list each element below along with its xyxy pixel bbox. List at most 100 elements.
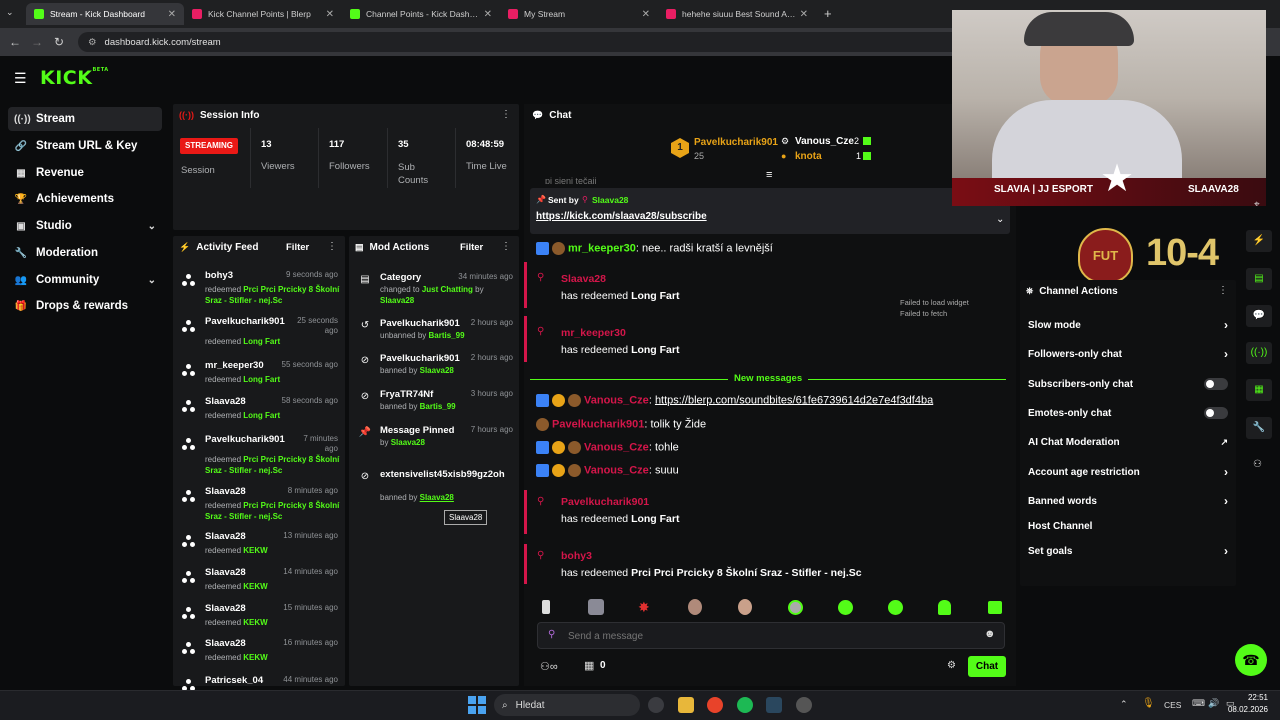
- subs-value: 35: [398, 139, 409, 150]
- volume-icon[interactable]: 🔊: [1208, 698, 1219, 709]
- expand-icon[interactable]: ⌖: [1254, 199, 1260, 210]
- reload-icon[interactable]: ↻: [48, 35, 70, 49]
- chat-message-input[interactable]: [568, 627, 968, 645]
- leader-name[interactable]: knota: [795, 151, 822, 162]
- sidebar-item-stream[interactable]: ((·)) Stream: [8, 107, 162, 131]
- channel-action-account-age-restriction[interactable]: Account age restriction ›: [1028, 464, 1228, 480]
- store-icon[interactable]: ▦: [584, 659, 594, 672]
- community-icon[interactable]: ⚇: [1253, 459, 1262, 470]
- toggle-switch[interactable]: [1204, 407, 1228, 419]
- url-field[interactable]: ⚙ dashboard.kick.com/stream: [78, 32, 968, 52]
- channel-action-subscribers-only-chat[interactable]: Subscribers-only chat: [1028, 376, 1228, 392]
- send-chat-button[interactable]: Chat: [968, 656, 1006, 677]
- emote-icon[interactable]: [688, 599, 702, 615]
- app-icon[interactable]: [796, 697, 812, 713]
- emote-icon[interactable]: [838, 600, 853, 615]
- chrome-icon[interactable]: [648, 697, 664, 713]
- hamburger-menu-icon[interactable]: ☰: [14, 70, 27, 87]
- kebab-menu-icon[interactable]: ⋮: [1218, 285, 1228, 296]
- tab-stream-dashboard[interactable]: Stream - Kick Dashboard ✕: [26, 3, 184, 25]
- emote-icon[interactable]: [738, 599, 752, 615]
- spotify-icon[interactable]: [737, 697, 753, 713]
- kick-logo[interactable]: KICKBETA: [40, 67, 109, 89]
- emote-quickbar: ✸: [536, 598, 1006, 618]
- user-badge-icon: ⚲: [548, 629, 556, 640]
- sub-badge-icon: [552, 441, 565, 454]
- channel-action-emotes-only-chat[interactable]: Emotes-only chat: [1028, 405, 1228, 421]
- sidebar-item-moderation[interactable]: 🔧 Moderation: [8, 241, 162, 265]
- kebab-menu-icon[interactable]: ⋮: [327, 241, 337, 252]
- tab-sound-alert[interactable]: hehehe siuuu Best Sound Alert ✕: [658, 3, 816, 25]
- emoji-icon[interactable]: ☻: [984, 628, 996, 640]
- toggle-switch[interactable]: [1204, 378, 1228, 390]
- kebab-menu-icon[interactable]: ⋮: [501, 241, 511, 252]
- leader-name[interactable]: Pavelkucharik901: [694, 137, 778, 148]
- redeem-event: ⚲ bohy3 has redeemed Prci Prci Prcicky 8…: [524, 544, 1008, 584]
- tooltip: Slaava28: [444, 510, 488, 525]
- revenue-icon: ▦: [16, 167, 26, 179]
- emote-icon[interactable]: [788, 600, 803, 615]
- sidebar-item-drops[interactable]: 🎁 Drops & rewards: [8, 294, 162, 318]
- tab-blerp[interactable]: Kick Channel Points | Blerp ✕: [184, 3, 342, 25]
- clock-time[interactable]: 22:51: [1244, 693, 1268, 702]
- close-icon[interactable]: ✕: [484, 9, 492, 20]
- forward-icon[interactable]: →: [26, 35, 48, 49]
- activity-filter-button[interactable]: Filter: [286, 242, 309, 253]
- site-info-icon[interactable]: ⚙: [88, 37, 97, 48]
- help-chat-button[interactable]: ☎: [1235, 644, 1267, 676]
- sidebar-item-community[interactable]: 👥 Community ⌄: [8, 268, 162, 292]
- info-icon[interactable]: ▦: [1246, 379, 1272, 401]
- emote-icon[interactable]: ✸: [638, 599, 650, 616]
- pinned-link[interactable]: https://kick.com/slaava28/subscribe: [536, 211, 707, 222]
- wrench-icon[interactable]: 🔧: [1246, 417, 1272, 439]
- channel-action-followers-only-chat[interactable]: Followers-only chat ›: [1028, 346, 1228, 362]
- close-icon[interactable]: ✕: [642, 9, 650, 20]
- broadcast-icon[interactable]: ((·)): [1246, 342, 1272, 364]
- mic-icon[interactable]: 🎙: [1142, 698, 1155, 709]
- ban-icon: ⊘: [360, 471, 370, 482]
- clock-date[interactable]: 08.02.2026: [1226, 705, 1268, 714]
- language-indicator[interactable]: CES: [1164, 700, 1181, 710]
- tray-chevron-icon[interactable]: ⌃: [1120, 699, 1128, 710]
- settings-gear-icon[interactable]: ⚙: [947, 660, 956, 671]
- app-icon[interactable]: [707, 697, 723, 713]
- folder-icon[interactable]: [678, 697, 694, 713]
- close-icon[interactable]: ✕: [168, 9, 176, 20]
- chat-bubble-icon[interactable]: 💬: [1246, 305, 1272, 327]
- tab-search-icon[interactable]: ⌄: [6, 7, 14, 18]
- sidebar-item-achievements[interactable]: 🏆 Achievements: [8, 187, 162, 211]
- chevron-down-icon[interactable]: ⌄: [996, 214, 1004, 225]
- sidebar-item-stream-url[interactable]: 🔗 Stream URL & Key: [8, 134, 162, 158]
- emote-icon[interactable]: [988, 601, 1002, 614]
- sidebar-item-revenue[interactable]: ▦ Revenue: [8, 161, 162, 185]
- emote-icon[interactable]: [938, 600, 951, 615]
- sidebar-item-studio[interactable]: ▣ Studio ⌄: [8, 214, 162, 238]
- community-icon: [182, 438, 196, 452]
- emote-icon[interactable]: [542, 600, 550, 614]
- emote-icon[interactable]: [888, 600, 903, 615]
- channel-action-banned-words[interactable]: Banned words ›: [1028, 493, 1228, 509]
- mod-filter-button[interactable]: Filter: [460, 242, 483, 253]
- steam-icon[interactable]: [766, 697, 782, 713]
- list-icon[interactable]: ▤: [1246, 268, 1272, 290]
- tab-channel-points[interactable]: Channel Points - Kick Dashboard ✕: [342, 3, 500, 25]
- network-icon[interactable]: ⌨: [1192, 698, 1205, 709]
- leader-name[interactable]: Vanous_Cze: [795, 136, 854, 147]
- tab-my-stream[interactable]: My Stream ✕: [500, 3, 658, 25]
- filter-icon[interactable]: ≡: [766, 169, 772, 181]
- windows-start-icon[interactable]: [468, 696, 486, 714]
- channel-action-host-channel[interactable]: Host Channel: [1028, 518, 1228, 534]
- channel-action-slow-mode[interactable]: Slow mode ›: [1028, 317, 1228, 333]
- redeem-event: ⚲ mr_keeper30 has redeemed Long Fart: [524, 316, 1008, 362]
- channel-action-set-goals[interactable]: Set goals ›: [1028, 543, 1228, 559]
- close-icon[interactable]: ✕: [800, 9, 808, 20]
- emote-icon[interactable]: [588, 599, 604, 615]
- kebab-menu-icon[interactable]: ⋮: [501, 109, 511, 120]
- community-icon[interactable]: ⚇∞: [540, 660, 558, 673]
- lightning-icon[interactable]: ⚡: [1246, 230, 1272, 252]
- channel-action-ai-chat-moderation[interactable]: AI Chat Moderation ↗: [1028, 434, 1228, 450]
- taskbar-search[interactable]: ⌕ Hledat: [494, 694, 640, 716]
- back-icon[interactable]: ←: [4, 35, 26, 49]
- close-icon[interactable]: ✕: [326, 9, 334, 20]
- new-tab-icon[interactable]: +: [824, 6, 832, 21]
